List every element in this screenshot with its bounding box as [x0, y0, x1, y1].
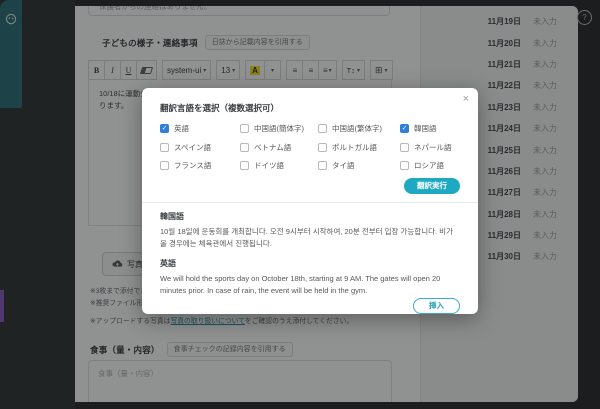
translation-modal: × 翻訳言語を選択（複数選択可） ✓ 英語 中国語(簡体字) 中国語(繁体字) ✓… [142, 88, 478, 314]
language-option-thai[interactable]: タイ語 [318, 160, 400, 171]
language-option-chinese-traditional[interactable]: 中国語(繁体字) [318, 123, 400, 134]
language-label: フランス語 [174, 160, 211, 171]
checkbox[interactable] [318, 124, 327, 133]
language-label: 韓国語 [414, 123, 437, 134]
checkbox[interactable] [318, 161, 327, 170]
checkbox[interactable] [160, 143, 169, 152]
checkbox[interactable] [318, 143, 327, 152]
language-option-nepali[interactable]: ネパール語 [400, 142, 460, 153]
language-label: スペイン語 [174, 142, 211, 153]
result-lang-english: 英語 [160, 258, 460, 269]
run-translation-button[interactable]: 翻訳実行 [404, 178, 460, 194]
language-label: ロシア語 [414, 160, 444, 171]
language-checkbox-grid: ✓ 英語 中国語(簡体字) 中国語(繁体字) ✓ 韓国語 スペイン語 ベトナム語 ポ… [160, 123, 460, 171]
checkbox[interactable] [240, 124, 249, 133]
checkbox[interactable] [400, 161, 409, 170]
language-label: 中国語(簡体字) [254, 123, 304, 134]
result-text-korean: 10월 18일에 운동회를 개최합니다. 오전 9시부터 시작하여, 20분 전… [160, 226, 460, 250]
language-label: 中国語(繁体字) [332, 123, 382, 134]
language-option-chinese-simplified[interactable]: 中国語(簡体字) [240, 123, 318, 134]
checkbox[interactable] [160, 161, 169, 170]
checkbox[interactable] [400, 143, 409, 152]
language-label: ドイツ語 [254, 160, 284, 171]
language-option-english[interactable]: ✓ 英語 [160, 123, 240, 134]
language-label: ポルトガル語 [332, 142, 377, 153]
language-option-vietnamese[interactable]: ベトナム語 [240, 142, 318, 153]
modal-title: 翻訳言語を選択（複数選択可） [160, 102, 460, 114]
language-option-french[interactable]: フランス語 [160, 160, 240, 171]
run-button-row: 翻訳実行 [160, 178, 460, 194]
language-option-korean[interactable]: ✓ 韓国語 [400, 123, 460, 134]
checkbox[interactable] [240, 143, 249, 152]
checkbox[interactable] [240, 161, 249, 170]
divider [142, 202, 478, 203]
close-icon[interactable]: × [463, 94, 469, 105]
language-option-spanish[interactable]: スペイン語 [160, 142, 240, 153]
checkbox[interactable]: ✓ [160, 124, 169, 133]
language-option-german[interactable]: ドイツ語 [240, 160, 318, 171]
language-option-russian[interactable]: ロシア語 [400, 160, 460, 171]
language-option-portuguese[interactable]: ポルトガル語 [318, 142, 400, 153]
checkbox[interactable]: ✓ [400, 124, 409, 133]
insert-button-row: 挿入 [160, 298, 460, 315]
insert-button[interactable]: 挿入 [413, 298, 460, 315]
result-text-english: We will hold the sports day on October 1… [160, 273, 460, 297]
language-label: ネパール語 [414, 142, 452, 153]
language-label: タイ語 [332, 160, 355, 171]
language-label: 英語 [174, 123, 189, 134]
language-label: ベトナム語 [254, 142, 291, 153]
result-lang-korean: 韓国語 [160, 211, 460, 222]
